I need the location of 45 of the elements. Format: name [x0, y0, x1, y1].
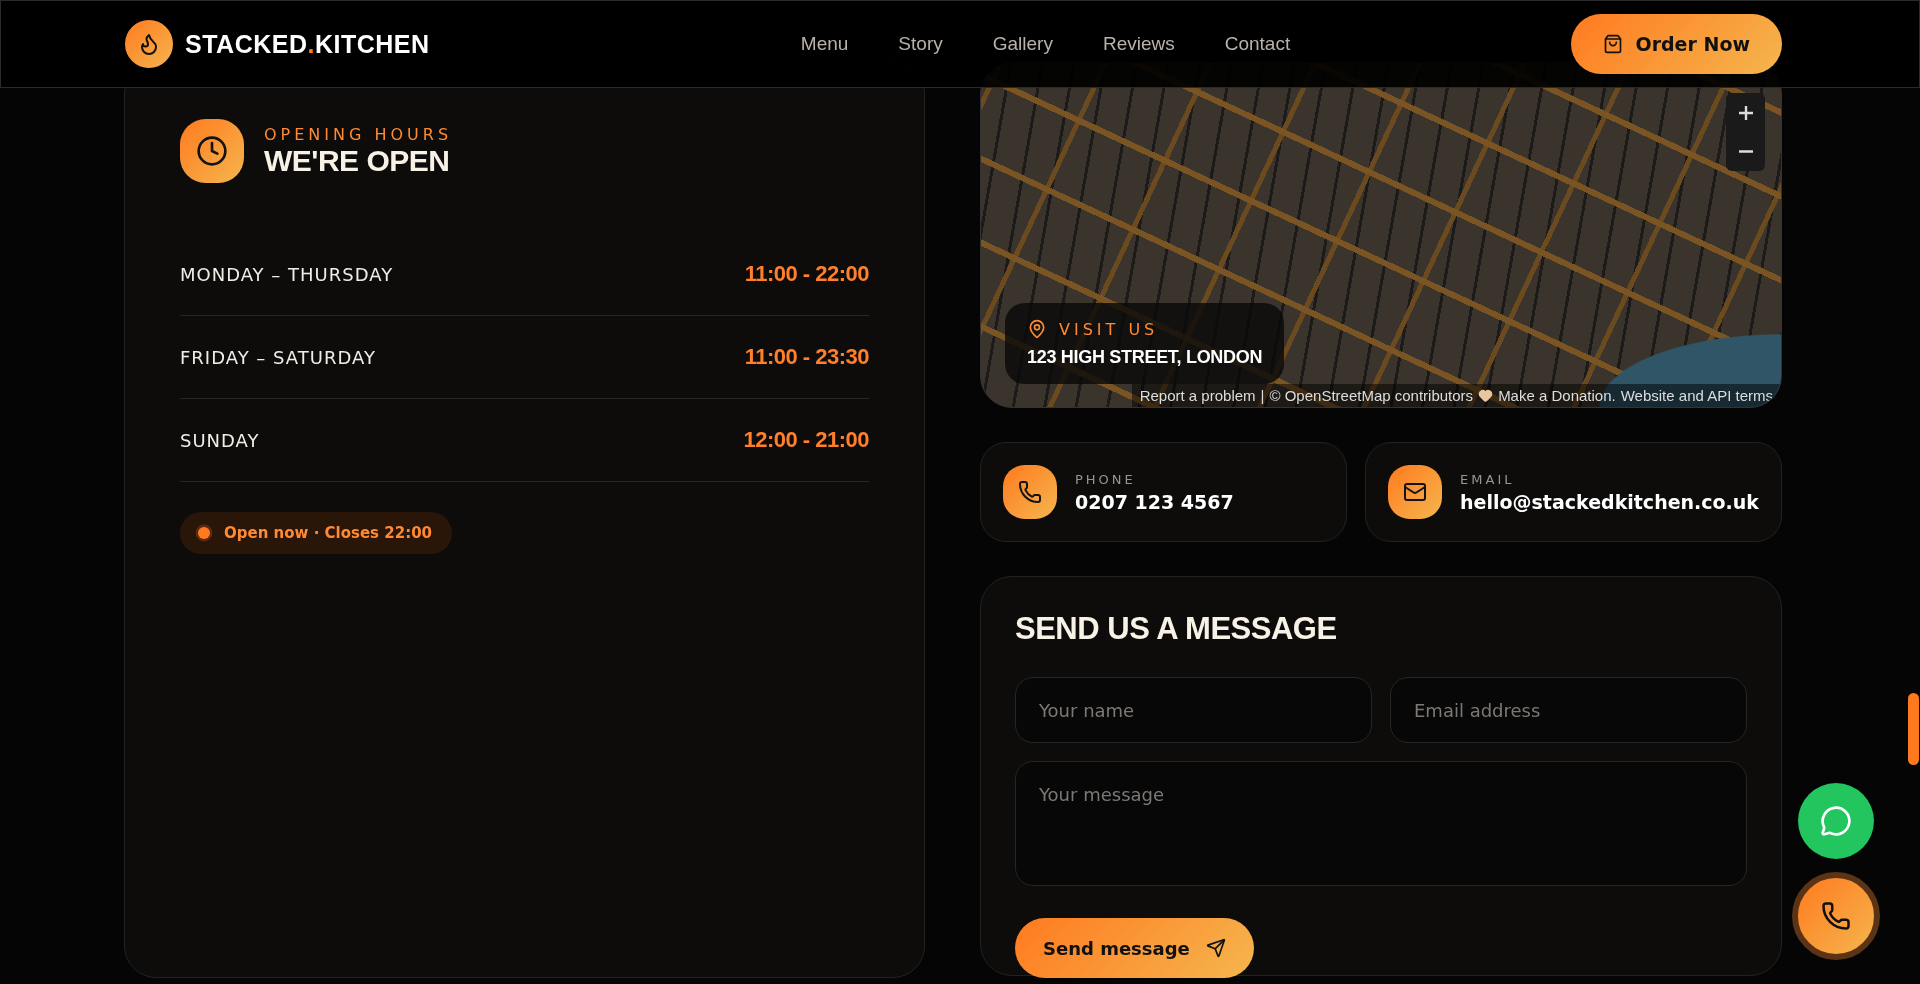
- days-label: SUNDAY: [180, 429, 260, 451]
- nav-link[interactable]: Gallery: [992, 33, 1053, 55]
- attribution-link[interactable]: Make a Donation.: [1498, 387, 1616, 404]
- attribution-link[interactable]: Website and API terms: [1620, 387, 1773, 404]
- attribution-link[interactable]: Report a problem: [1139, 387, 1256, 404]
- section-eyebrow: OPENING HOURS: [264, 124, 453, 144]
- heart-icon: [1478, 388, 1494, 403]
- shopping-bag-icon: [1603, 34, 1624, 54]
- mail-icon: [1388, 465, 1443, 519]
- status-text: Open now · Closes 22:00: [224, 524, 432, 542]
- send-message-button[interactable]: Send message: [1015, 918, 1254, 978]
- phone-icon: [1821, 901, 1851, 931]
- brand-name[interactable]: STACKED.KITCHEN: [185, 29, 430, 59]
- nav-link[interactable]: Contact: [1224, 33, 1291, 55]
- flame-icon: [125, 20, 173, 68]
- nav-link[interactable]: Reviews: [1102, 33, 1175, 55]
- chat-bubble-icon: [1820, 805, 1852, 837]
- order-now-button[interactable]: Order Now: [1571, 14, 1782, 74]
- days-label: FRIDAY – SATURDAY: [180, 346, 376, 368]
- section-title: WE'RE OPEN: [264, 143, 451, 178]
- contact-value[interactable]: hello@stackedkitchen.co.uk: [1460, 490, 1759, 513]
- attribution-separator: |: [1260, 387, 1265, 404]
- hours-time: 11:00 - 22:00: [744, 261, 869, 287]
- send-icon: [1205, 938, 1226, 958]
- contact-value[interactable]: 0207 123 4567: [1075, 490, 1234, 513]
- minus-icon: [1738, 150, 1753, 153]
- clock-icon: [180, 119, 244, 183]
- message-input-field[interactable]: Your message: [1015, 761, 1747, 886]
- contact-label: EMAIL: [1460, 471, 1516, 487]
- phone-icon: [1003, 465, 1057, 519]
- hours-time: 12:00 - 21:00: [743, 427, 869, 453]
- name-input-field[interactable]: Your name: [1015, 677, 1372, 743]
- scrollbar-thumb[interactable]: [1908, 693, 1919, 765]
- hours-time: 11:00 - 23:30: [744, 344, 869, 370]
- days-label: MONDAY – THURSDAY: [180, 263, 394, 285]
- attribution-link[interactable]: © OpenStreetMap contributors: [1269, 387, 1474, 404]
- nav-link[interactable]: Story: [898, 33, 943, 55]
- map-pin-icon: [1027, 319, 1047, 339]
- address-text: 123 HIGH STREET, LONDON: [1027, 347, 1263, 368]
- form-title: SEND US A MESSAGE: [1015, 611, 1338, 647]
- plus-icon: [1738, 105, 1753, 120]
- email-input-field[interactable]: Email address: [1390, 677, 1747, 743]
- nav-link[interactable]: Menu: [800, 33, 849, 55]
- contact-label: PHONE: [1075, 471, 1137, 487]
- visit-label: VISIT US: [1059, 319, 1159, 339]
